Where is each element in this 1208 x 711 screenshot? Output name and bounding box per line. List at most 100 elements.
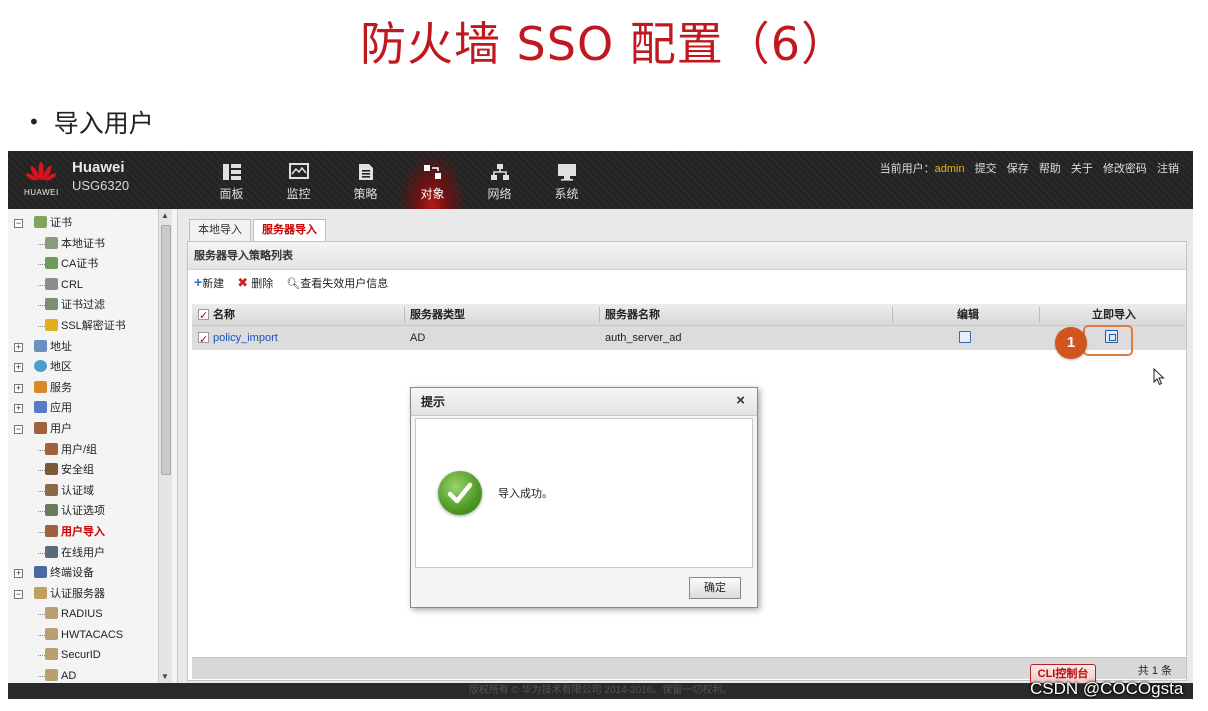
submit-link[interactable]: 提交: [975, 163, 997, 175]
expand-toggle[interactable]: +: [14, 342, 23, 352]
sidebar-item-ca-cert[interactable]: CA证书: [8, 254, 158, 275]
sidebar-item-user-import[interactable]: 用户导入: [8, 522, 158, 543]
toolbar: +新建 ✖ 删除 🔍︎查看失效用户信息: [188, 270, 1186, 294]
expand-toggle[interactable]: +: [14, 383, 23, 393]
close-icon[interactable]: ×: [736, 387, 745, 415]
scroll-down-icon[interactable]: ▼: [161, 672, 169, 681]
sidebar-item-region[interactable]: + 地区: [8, 357, 158, 378]
service-icon: [34, 380, 47, 393]
sidebar-item-label: 用户/组: [61, 443, 98, 456]
help-link[interactable]: 帮助: [1039, 163, 1061, 175]
table-row[interactable]: policy_import AD auth_server_ad: [192, 326, 1186, 352]
sidebar-item-label: 用户: [50, 422, 72, 435]
import-tabs: 本地导入 服务器导入: [189, 219, 328, 241]
sidebar-item-auth-domain[interactable]: 认证域: [8, 481, 158, 502]
current-user-name: admin: [934, 163, 965, 175]
edit-icon: [959, 331, 971, 343]
nav-system[interactable]: 系统: [533, 151, 600, 209]
server-icon: [45, 648, 58, 661]
sidebar-item-label: 应用: [50, 402, 72, 415]
collapse-toggle[interactable]: −: [14, 424, 23, 434]
server-icon: [34, 586, 47, 599]
prompt-dialog: 提示 × 导入成功。 确定: [410, 387, 758, 608]
plus-icon: +: [194, 274, 203, 290]
save-link[interactable]: 保存: [1007, 163, 1029, 175]
policy-table: 名称 服务器类型 服务器名称 编辑 立即导入 policy_import AD …: [192, 304, 1186, 352]
application-icon: [34, 401, 47, 414]
sidebar-item-certificate[interactable]: − 证书: [8, 213, 158, 234]
nav-policy[interactable]: 策略: [332, 151, 399, 209]
header-name[interactable]: 名称: [198, 304, 235, 327]
view-invalid-users-button[interactable]: 🔍︎查看失效用户信息: [286, 278, 388, 290]
sidebar-scrollbar[interactable]: ▲ ▼: [158, 209, 172, 683]
dialog-title-bar: 提示 ×: [411, 388, 757, 416]
sidebar-item-label: CA证书: [61, 258, 99, 271]
bullet-dot: •: [28, 110, 40, 134]
sidebar-item-label: 地址: [50, 340, 72, 353]
delete-button[interactable]: ✖ 删除: [237, 275, 273, 290]
new-label: 新建: [202, 278, 225, 290]
sidebar-item-hwtacacs[interactable]: HWTACACS: [8, 625, 158, 646]
nav-object[interactable]: 对象: [399, 151, 466, 209]
expand-toggle[interactable]: +: [14, 404, 23, 414]
server-icon: [45, 627, 58, 640]
server-type-cell: AD: [410, 332, 426, 344]
brand: HUAWEI Huawei USG6320: [20, 157, 170, 203]
nav-label: 网络: [487, 187, 512, 201]
nav-dashboard[interactable]: 面板: [198, 151, 265, 209]
expand-toggle[interactable]: +: [14, 569, 23, 579]
online-user-icon: [45, 545, 58, 558]
policy-icon: [358, 164, 373, 180]
user-icon: [34, 421, 47, 434]
select-all-checkbox[interactable]: [198, 305, 209, 327]
tab-server-import[interactable]: 服务器导入: [253, 219, 326, 241]
sidebar-item-online-users[interactable]: 在线用户: [8, 543, 158, 564]
current-user-prefix: 当前用户：: [879, 163, 935, 175]
scroll-up-icon[interactable]: ▲: [161, 211, 169, 220]
nav-label: 策略: [353, 187, 378, 201]
sidebar-item-radius[interactable]: RADIUS: [8, 604, 158, 625]
security-group-icon: [45, 463, 58, 476]
sidebar-item-user[interactable]: − 用户: [8, 419, 158, 440]
nav-monitor[interactable]: 监控: [265, 151, 332, 209]
scrollbar-thumb[interactable]: [161, 225, 171, 475]
policy-name-link[interactable]: policy_import: [213, 332, 278, 344]
sidebar-item-cert-filter[interactable]: 证书过滤: [8, 295, 158, 316]
sidebar-item-application[interactable]: + 应用: [8, 398, 158, 419]
row-checkbox[interactable]: [198, 328, 209, 352]
new-button[interactable]: +新建: [194, 274, 225, 290]
sidebar-item-label: 认证域: [61, 484, 94, 497]
edit-button[interactable]: [959, 326, 971, 350]
logout-link[interactable]: 注销: [1157, 163, 1179, 175]
sidebar-item-user-group[interactable]: 用户/组: [8, 440, 158, 461]
address-icon: [34, 339, 47, 352]
dialog-title: 提示: [421, 395, 446, 409]
collapse-toggle[interactable]: −: [14, 589, 23, 599]
sidebar-item-crl[interactable]: CRL: [8, 275, 158, 296]
dialog-message: 导入成功。: [498, 488, 553, 500]
globe-icon: [34, 360, 47, 373]
expand-toggle[interactable]: +: [14, 363, 23, 373]
sidebar-item-auth-options[interactable]: 认证选项: [8, 501, 158, 522]
sidebar-item-address[interactable]: + 地址: [8, 337, 158, 358]
column-divider: [599, 307, 600, 323]
slide-bullet: • 导入用户: [28, 104, 154, 140]
sidebar-item-terminal-devices[interactable]: + 终端设备: [8, 563, 158, 584]
tab-local-import[interactable]: 本地导入: [189, 219, 251, 241]
sidebar-item-auth-servers[interactable]: − 认证服务器: [8, 584, 158, 605]
ok-button[interactable]: 确定: [689, 577, 741, 599]
panel-title: 服务器导入策略列表: [188, 242, 1186, 270]
collapse-toggle[interactable]: −: [14, 219, 23, 228]
sidebar-item-security-group[interactable]: 安全组: [8, 460, 158, 481]
ssl-icon: [45, 318, 58, 331]
sidebar-item-securid[interactable]: SecurID: [8, 645, 158, 666]
sidebar-item-ssl-cert[interactable]: SSL解密证书: [8, 316, 158, 337]
about-link[interactable]: 关于: [1071, 163, 1093, 175]
slide-title: 防火墙 SSO 配置（6）: [359, 17, 849, 71]
change-password-link[interactable]: 修改密码: [1103, 163, 1147, 175]
server-icon: [45, 669, 58, 682]
sidebar-item-local-cert[interactable]: 本地证书: [8, 234, 158, 255]
network-icon: [490, 164, 509, 180]
nav-network[interactable]: 网络: [466, 151, 533, 209]
sidebar-item-service[interactable]: + 服务: [8, 378, 158, 399]
